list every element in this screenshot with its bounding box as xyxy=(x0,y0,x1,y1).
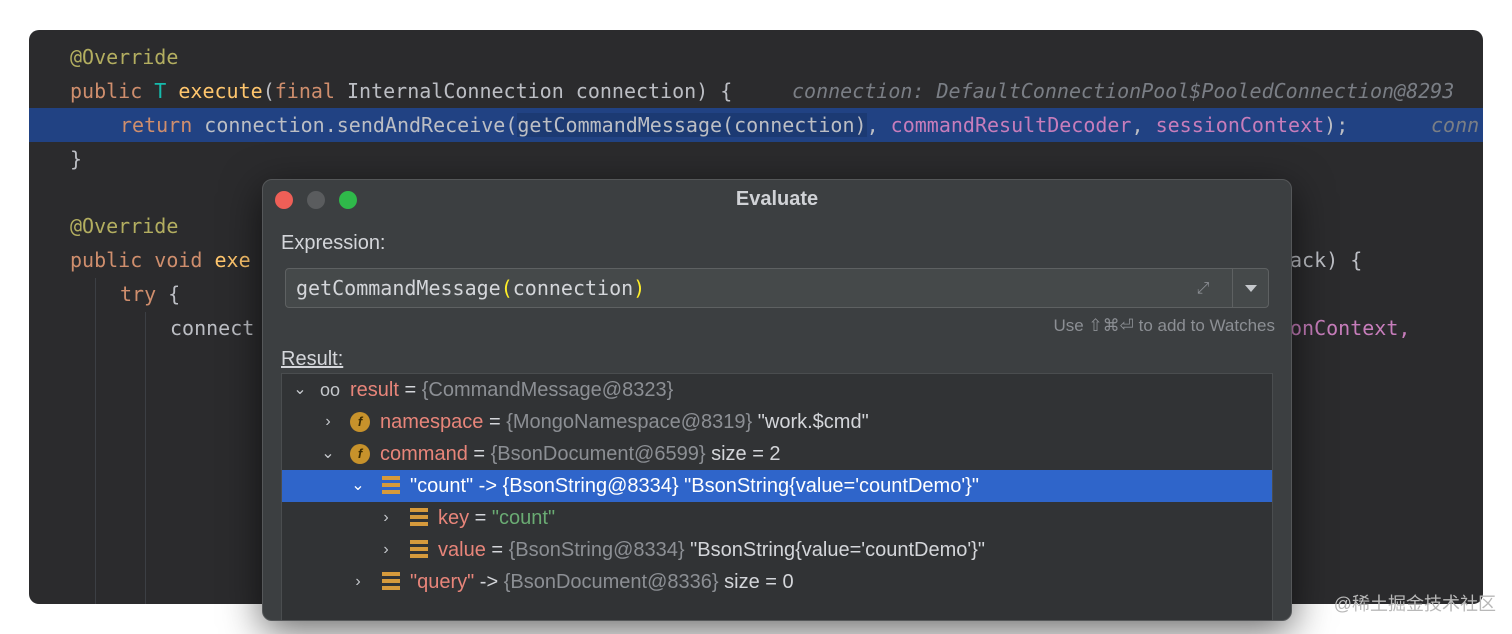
code-text: ack) { xyxy=(1290,248,1363,272)
keyword: public void xyxy=(70,248,203,272)
method-name: execute xyxy=(178,79,263,103)
var-value: size = 2 xyxy=(705,443,781,465)
expression-input[interactable]: getCommandMessage(connection) ⤢ xyxy=(285,268,1269,308)
result-tree[interactable]: ⌄ oo result = {CommandMessage@8323} › f … xyxy=(281,373,1273,620)
var-name: command xyxy=(380,443,468,465)
var-ref: {MongoNamespace@8319} xyxy=(506,411,753,433)
keyword: final xyxy=(274,79,335,103)
chevron-down-icon[interactable]: ⌄ xyxy=(318,438,338,470)
var-name: key xyxy=(438,507,470,529)
code-line-1[interactable]: @Override xyxy=(29,40,1483,74)
array-icon xyxy=(410,540,428,558)
chevron-down-icon[interactable]: ⌄ xyxy=(290,374,310,406)
tree-row-result[interactable]: ⌄ oo result = {CommandMessage@8323} xyxy=(282,374,1272,406)
field-icon: f xyxy=(350,412,370,432)
selected-expression: getCommandMessage(connection) xyxy=(517,113,867,137)
var-ref: {CommandMessage@8323} xyxy=(421,379,674,401)
inline-debug-hint: conn xyxy=(1431,113,1480,137)
array-icon xyxy=(382,572,400,590)
var-ref: {BsonDocument@8336} xyxy=(503,571,719,593)
var-ref: {BsonString@8334} xyxy=(502,475,679,497)
watch-hint: Use ⇧⌘⏎ to add to Watches xyxy=(1053,316,1275,335)
type-param: T xyxy=(154,79,167,103)
code-text: connection.sendAndReceive( xyxy=(192,113,518,137)
array-icon xyxy=(410,508,428,526)
var-value: "work.$cmd" xyxy=(752,411,869,433)
tree-row-value[interactable]: › value = {BsonString@8334} "BsonString{… xyxy=(282,534,1272,566)
tree-row-count-selected[interactable]: ⌄ "count" -> {BsonString@8334} "BsonStri… xyxy=(282,470,1272,502)
expand-icon[interactable]: ⤢ xyxy=(1192,278,1214,300)
var-name: result xyxy=(350,379,399,401)
evaluate-dialog[interactable]: Evaluate Expression: getCommandMessage(c… xyxy=(262,179,1292,621)
method-name: exe xyxy=(214,248,251,272)
code-text: InternalConnection connection) { xyxy=(334,79,733,103)
annotation: @Override xyxy=(70,45,179,69)
array-icon xyxy=(382,476,400,494)
code-text: connect xyxy=(170,316,255,340)
chevron-right-icon[interactable]: › xyxy=(376,502,396,534)
tree-row-key[interactable]: › key = "count" xyxy=(282,502,1272,534)
keyword: public xyxy=(70,79,143,103)
inline-debug-hint: connection: DefaultConnectionPool$Pooled… xyxy=(792,79,1455,103)
var-value: "BsonString{value='countDemo'}" xyxy=(678,475,979,497)
chevron-right-icon[interactable]: › xyxy=(348,566,368,598)
var-ref: {BsonString@8334} xyxy=(508,539,685,561)
string-value: "count" xyxy=(491,507,556,529)
field-ref: commandResultDecoder xyxy=(890,113,1132,137)
field-ref: sessionContext xyxy=(1155,113,1325,137)
field-icon: f xyxy=(350,444,370,464)
keyword: return xyxy=(120,113,193,137)
tree-row-command[interactable]: ⌄ f command = {BsonDocument@6599} size =… xyxy=(282,438,1272,470)
expression-label: Expression: xyxy=(281,232,386,254)
result-label: Result: xyxy=(281,348,344,370)
indent-guide xyxy=(145,312,146,604)
var-name: "query" xyxy=(410,571,475,593)
var-value: size = 0 xyxy=(718,571,794,593)
watermark: @稀土掘金技术社区 xyxy=(1333,594,1496,614)
divider xyxy=(1232,269,1233,307)
current-execution-line[interactable]: return connection.sendAndReceive(getComm… xyxy=(29,108,1483,142)
var-name: value xyxy=(438,539,486,561)
var-value: "BsonString{value='countDemo'}" xyxy=(684,539,985,561)
dropdown-arrow-icon[interactable] xyxy=(1234,269,1268,307)
chevron-down-icon[interactable]: ⌄ xyxy=(348,470,368,502)
expression-text[interactable]: getCommandMessage(connection) xyxy=(296,269,645,307)
code-line-2[interactable]: public T execute(final InternalConnectio… xyxy=(29,74,1483,108)
annotation: @Override xyxy=(70,214,179,238)
var-name: "count" xyxy=(410,475,474,497)
var-name: namespace xyxy=(380,411,484,433)
tree-row-namespace[interactable]: › f namespace = {MongoNamespace@8319} "w… xyxy=(282,406,1272,438)
chevron-right-icon[interactable]: › xyxy=(376,534,396,566)
keyword: try xyxy=(120,282,157,306)
glasses-icon: oo xyxy=(320,380,341,400)
var-ref: {BsonDocument@6599} xyxy=(490,443,706,465)
chevron-right-icon[interactable]: › xyxy=(318,406,338,438)
field-ref: onContext, xyxy=(1290,316,1411,340)
code-line-4[interactable]: } xyxy=(29,142,1483,176)
dialog-title: Evaluate xyxy=(735,188,819,210)
tree-row-query[interactable]: › "query" -> {BsonDocument@8336} size = … xyxy=(282,566,1272,598)
